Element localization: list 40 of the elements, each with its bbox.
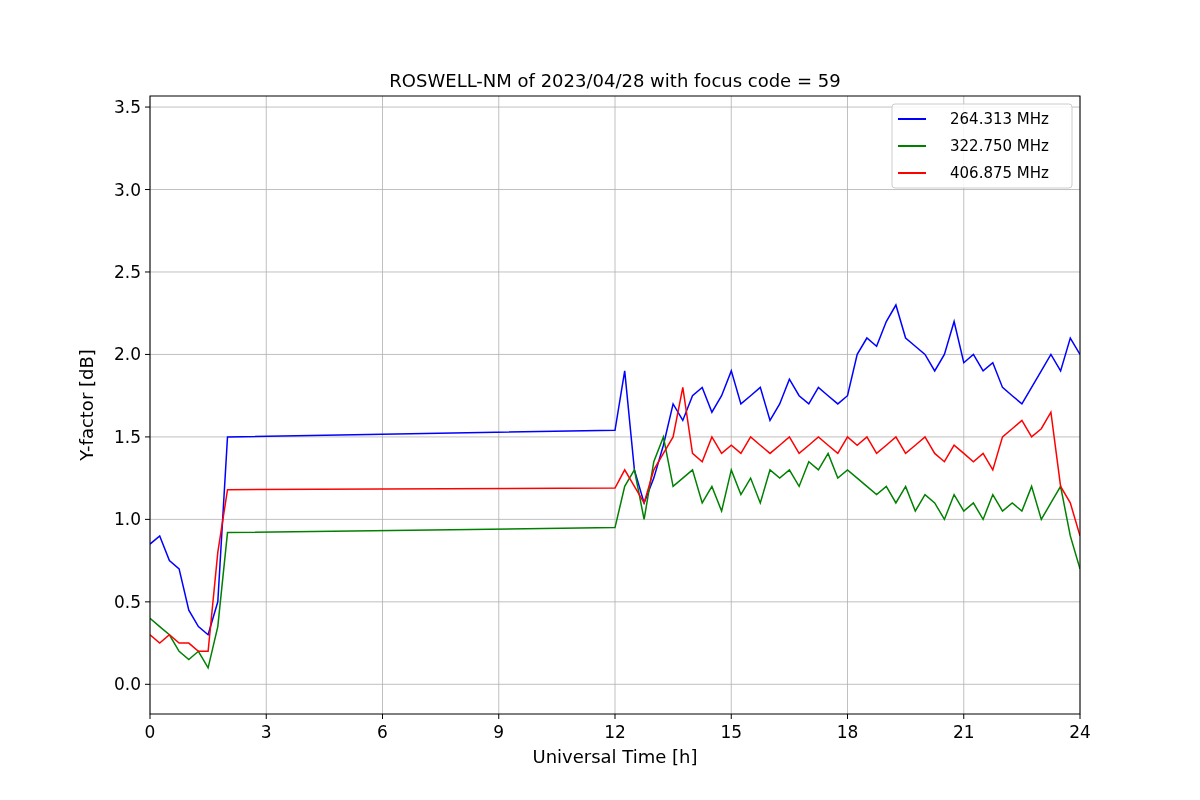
tick-mark: [144, 353, 151, 355]
tick-label: 3: [260, 722, 272, 742]
tick-label: 3.0: [113, 179, 141, 200]
tick-mark: [144, 436, 151, 438]
tick-label: 18: [836, 722, 859, 742]
legend-label: 406.875 MHz: [950, 164, 1049, 182]
tick-mark: [144, 271, 151, 273]
tick-label: 6: [377, 722, 388, 742]
tick-label: 2.5: [113, 262, 141, 282]
tick-mark: [144, 601, 151, 603]
tick-mark: [144, 518, 151, 520]
tick-label: 2.0: [113, 344, 141, 365]
tick-label: 0.0: [113, 674, 141, 695]
legend-label: 322.750 MHz: [950, 137, 1049, 155]
tick-mark: [847, 713, 848, 720]
tick-label: 9: [493, 722, 505, 742]
tick-label: 21: [952, 722, 975, 742]
tick-label: 15: [720, 722, 743, 742]
tick-mark: [614, 713, 616, 720]
tick-mark: [144, 189, 151, 190]
tick-mark: [1079, 713, 1081, 720]
tick-label: 1.5: [113, 426, 141, 447]
legend-label: 264.313 MHz: [950, 110, 1049, 128]
tick-label: 0: [144, 722, 156, 742]
tick-label: 24: [1069, 722, 1091, 742]
tick-mark: [265, 713, 267, 720]
tick-mark: [730, 713, 732, 720]
tick-mark: [963, 713, 965, 720]
tick-label: 1.0: [113, 509, 141, 530]
tick-label: 3.5: [113, 97, 141, 118]
tick-label: 12: [604, 722, 626, 742]
tick-mark: [149, 713, 151, 720]
axis-label: Universal Time [h]: [532, 746, 698, 767]
tick-mark: [144, 683, 151, 685]
axis-label: Y-factor [dB]: [76, 349, 97, 461]
tick-mark: [144, 106, 151, 108]
tick-mark: [382, 713, 383, 720]
tick-mark: [498, 713, 500, 720]
chart-title: ROSWELL-NM of 2023/04/28 with focus code = 59: [389, 70, 841, 91]
tick-label: 0.5: [113, 591, 141, 612]
